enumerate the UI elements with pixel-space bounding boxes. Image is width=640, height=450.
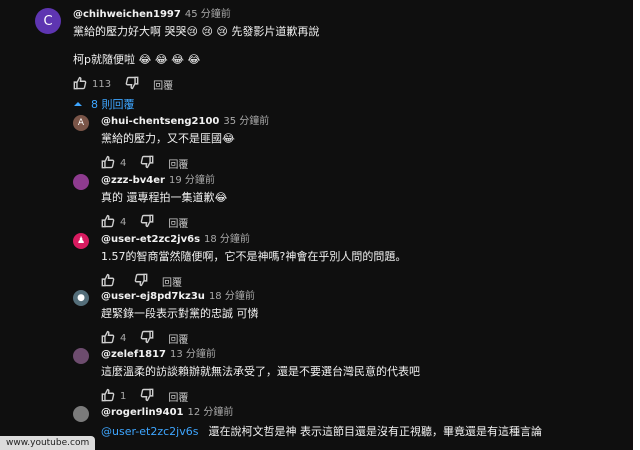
status-bar-url: www.youtube.com bbox=[0, 436, 96, 450]
reply-body: @user-ej8pd7kz3u 18 分鐘前 趕緊錄一段表示對黨的忠誠 可憐 4… bbox=[101, 290, 611, 346]
reply-text: 真的 還專程拍一集道歉😂 bbox=[101, 191, 228, 204]
reply-button[interactable]: 回覆 bbox=[153, 77, 173, 92]
dislike-button[interactable] bbox=[140, 330, 154, 347]
reply-text: 還在說柯文哲是神 表示這節目還是沒有正視聽，畢竟還是有這種言論 bbox=[208, 425, 542, 438]
avatar-letter: A bbox=[77, 118, 85, 128]
reply-text: 趕緊錄一段表示對黨的忠誠 可憐 bbox=[101, 307, 259, 320]
avatar-letter: C bbox=[43, 13, 53, 29]
reply-body: @zelef1817 13 分鐘前 這麼溫柔的訪談賴辦就無法承受了，還是不要選台灣… bbox=[101, 348, 611, 404]
mention-link[interactable]: @user-et2zc2jv6s bbox=[101, 425, 198, 438]
comment-text-line-1: 黨給的壓力好大啊 哭哭😢 😢 😢 先發影片道歉再說 bbox=[73, 25, 320, 38]
comment-text-line-2: 柯p就隨便啦 😂 😂 😂 😂 bbox=[73, 53, 201, 66]
reply-author[interactable]: @user-ej8pd7kz3u bbox=[101, 291, 205, 302]
dislike-button[interactable] bbox=[134, 273, 148, 290]
comment-body: @chihweichen1997 45 分鐘前 黨給的壓力好大啊 哭哭😢 😢 😢 … bbox=[73, 8, 613, 92]
avatar[interactable]: ♟ bbox=[73, 233, 89, 249]
reply-time[interactable]: 19 分鐘前 bbox=[169, 175, 215, 186]
reply-button[interactable]: 回覆 bbox=[168, 156, 188, 171]
thumbs-down-icon bbox=[141, 214, 154, 227]
like-count: 1 bbox=[120, 390, 127, 402]
thumbs-up-icon bbox=[101, 388, 115, 401]
avatar[interactable] bbox=[73, 348, 89, 364]
chevron-up-icon bbox=[74, 102, 82, 106]
thumbs-down-icon bbox=[125, 76, 139, 89]
dislike-button[interactable] bbox=[125, 76, 139, 93]
window-edge bbox=[633, 0, 640, 450]
reply-time[interactable]: 35 分鐘前 bbox=[223, 116, 269, 127]
reply-body: @user-et2zc2jv6s 18 分鐘前 1.57的智商當然隨便啊，它不是神… bbox=[101, 233, 611, 289]
reply-author[interactable]: @rogerlin9401 bbox=[101, 407, 183, 418]
like-count: 4 bbox=[120, 157, 127, 169]
like-count: 4 bbox=[120, 332, 127, 344]
like-button[interactable] bbox=[101, 330, 115, 347]
reply-actions: 4 回覆 bbox=[101, 214, 611, 230]
reply-actions: 4 回覆 bbox=[101, 155, 611, 171]
thumbs-down-icon bbox=[141, 155, 154, 168]
thumbs-up-icon bbox=[101, 155, 115, 168]
reply-button[interactable]: 回覆 bbox=[168, 331, 188, 346]
like-button[interactable] bbox=[101, 214, 115, 231]
like-button[interactable] bbox=[73, 76, 87, 93]
thumbs-down-icon bbox=[141, 388, 154, 401]
comment-header: @chihweichen1997 45 分鐘前 bbox=[73, 8, 613, 22]
reply-actions: 回覆 bbox=[101, 273, 611, 289]
comment-actions: 113 回覆 bbox=[73, 76, 613, 92]
like-count: 4 bbox=[120, 216, 127, 228]
reply-text: 這麼溫柔的訪談賴辦就無法承受了，還是不要選台灣民意的代表吧 bbox=[101, 365, 420, 378]
reply-text: 黨給的壓力，又不是匪國😂 bbox=[101, 132, 235, 145]
avatar[interactable]: A bbox=[73, 115, 89, 131]
like-button[interactable] bbox=[101, 155, 115, 172]
comment-time[interactable]: 45 分鐘前 bbox=[185, 9, 231, 20]
reply-body: @hui-chentseng2100 35 分鐘前 黨給的壓力，又不是匪國😂 4 … bbox=[101, 115, 611, 171]
avatar-letter: ♟ bbox=[76, 236, 86, 246]
reply-time[interactable]: 12 分鐘前 bbox=[187, 407, 233, 418]
avatar[interactable]: C bbox=[35, 8, 61, 34]
reply-actions: 1 回覆 bbox=[101, 388, 611, 404]
avatar-letter: ● bbox=[77, 293, 85, 303]
reply-body: @rogerlin9401 12 分鐘前 @user-et2zc2jv6s 還在說柯… bbox=[101, 406, 611, 440]
reply-time[interactable]: 13 分鐘前 bbox=[170, 349, 216, 360]
reply-button[interactable]: 回覆 bbox=[162, 274, 182, 289]
thumbs-up-icon bbox=[101, 214, 115, 227]
avatar[interactable] bbox=[73, 174, 89, 190]
reply-text-row: @user-et2zc2jv6s 還在說柯文哲是神 表示這節目還是沒有正視聽，畢竟… bbox=[101, 424, 611, 440]
reply-author[interactable]: @zelef1817 bbox=[101, 349, 166, 360]
reply-button[interactable]: 回覆 bbox=[168, 389, 188, 404]
reply-button[interactable]: 回覆 bbox=[168, 215, 188, 230]
like-count: 113 bbox=[92, 78, 112, 90]
reply-body: @zzz-bv4er 19 分鐘前 真的 還專程拍一集道歉😂 4 回覆 bbox=[101, 174, 611, 230]
reply-time[interactable]: 18 分鐘前 bbox=[204, 234, 250, 245]
dislike-button[interactable] bbox=[140, 214, 154, 231]
replies-toggle[interactable]: 8 則回覆 bbox=[73, 96, 135, 112]
reply-author[interactable]: @user-et2zc2jv6s bbox=[101, 234, 200, 245]
reply-text: 1.57的智商當然隨便啊，它不是神嗎?神會在乎別人問的問題。 bbox=[101, 250, 407, 263]
like-button[interactable] bbox=[101, 273, 115, 290]
thumbs-down-icon bbox=[134, 273, 148, 286]
reply-author[interactable]: @hui-chentseng2100 bbox=[101, 116, 219, 127]
dislike-button[interactable] bbox=[140, 155, 154, 172]
reply-time[interactable]: 18 分鐘前 bbox=[209, 291, 255, 302]
avatar[interactable] bbox=[73, 406, 89, 422]
thumbs-up-icon bbox=[101, 330, 115, 343]
reply-author[interactable]: @zzz-bv4er bbox=[101, 175, 165, 186]
thumbs-up-icon bbox=[101, 273, 115, 286]
replies-count-label: 8 則回覆 bbox=[91, 98, 135, 111]
thumbs-up-icon bbox=[73, 76, 87, 89]
like-button[interactable] bbox=[101, 388, 115, 405]
reply-actions: 4 回覆 bbox=[101, 330, 611, 346]
comment-author[interactable]: @chihweichen1997 bbox=[73, 9, 181, 20]
thumbs-down-icon bbox=[141, 330, 154, 343]
dislike-button[interactable] bbox=[140, 388, 154, 405]
avatar[interactable]: ● bbox=[73, 290, 89, 306]
